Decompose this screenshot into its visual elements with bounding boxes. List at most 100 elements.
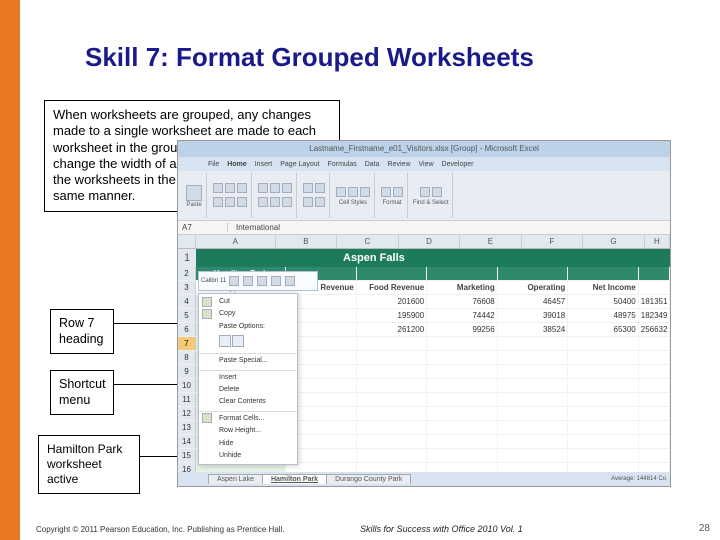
row-header[interactable]: 16 — [178, 463, 196, 472]
cell[interactable] — [568, 449, 639, 462]
cell[interactable] — [357, 337, 428, 350]
cell[interactable]: 39018 — [498, 309, 569, 322]
tab-hamilton-park[interactable]: Hamilton Park — [262, 474, 327, 484]
ribbon-font[interactable] — [209, 173, 252, 218]
row-header[interactable]: 15 — [178, 449, 196, 462]
cell[interactable]: 65300 — [568, 323, 639, 336]
cell[interactable] — [357, 365, 428, 378]
ribbon-cells[interactable]: Format — [377, 173, 408, 218]
tab-home[interactable]: Home — [227, 161, 246, 168]
cm-delete[interactable]: Delete — [199, 384, 297, 396]
col-E[interactable]: E — [460, 235, 522, 248]
row-header[interactable]: 12 — [178, 407, 196, 420]
col-A[interactable]: A — [196, 235, 276, 248]
row-header[interactable]: 14 — [178, 435, 196, 448]
tab-file[interactable]: File — [208, 161, 219, 168]
cell[interactable] — [568, 463, 639, 472]
cell[interactable] — [357, 351, 428, 364]
cm-unhide[interactable]: Unhide — [199, 450, 297, 462]
row-header[interactable]: 11 — [178, 393, 196, 406]
cell[interactable] — [427, 337, 498, 350]
ribbon-editing[interactable]: Find & Select — [410, 173, 453, 218]
cm-cut[interactable]: Cut — [199, 296, 297, 308]
cell[interactable]: 261200 — [357, 323, 428, 336]
cell[interactable]: 181351 — [639, 295, 670, 308]
name-box[interactable]: A7 — [178, 223, 228, 232]
cell[interactable] — [427, 393, 498, 406]
cell[interactable] — [639, 365, 670, 378]
cell[interactable] — [357, 407, 428, 420]
cell[interactable] — [639, 435, 670, 448]
tab-view[interactable]: View — [419, 161, 434, 168]
cell[interactable] — [639, 351, 670, 364]
cell[interactable]: 46457 — [498, 295, 569, 308]
col-G[interactable]: G — [583, 235, 645, 248]
ribbon-clipboard[interactable]: Paste — [182, 173, 207, 218]
cell[interactable] — [568, 407, 639, 420]
col-D[interactable]: D — [399, 235, 461, 248]
cell[interactable]: 201600 — [357, 295, 428, 308]
cell[interactable]: 76608 — [427, 295, 498, 308]
row-header[interactable]: 9 — [178, 365, 196, 378]
cell[interactable] — [568, 351, 639, 364]
cm-hide[interactable]: Hide — [199, 438, 297, 450]
col-B[interactable]: B — [276, 235, 338, 248]
tab-aspen-lake[interactable]: Aspen Lake — [208, 474, 263, 484]
mini-toolbar[interactable]: Calibri11 — [198, 271, 318, 291]
row-header[interactable]: 13 — [178, 421, 196, 434]
formula-value[interactable]: International — [228, 223, 280, 232]
cell[interactable] — [427, 379, 498, 392]
cell[interactable] — [498, 393, 569, 406]
cell[interactable] — [568, 435, 639, 448]
cell[interactable]: 48975 — [568, 309, 639, 322]
cell[interactable] — [639, 337, 670, 350]
cm-copy[interactable]: Copy — [199, 308, 297, 320]
tab-review[interactable]: Review — [388, 161, 411, 168]
cell[interactable] — [498, 379, 569, 392]
cell[interactable]: 50400 — [568, 295, 639, 308]
cell[interactable] — [498, 351, 569, 364]
cell[interactable] — [639, 421, 670, 434]
cell[interactable] — [498, 365, 569, 378]
cell[interactable] — [357, 393, 428, 406]
cell[interactable] — [357, 463, 428, 472]
cell[interactable] — [498, 449, 569, 462]
cell[interactable] — [568, 365, 639, 378]
cm-clear[interactable]: Clear Contents — [199, 396, 297, 408]
cell[interactable] — [427, 407, 498, 420]
cell[interactable] — [639, 393, 670, 406]
formula-bar[interactable]: A7 International — [178, 221, 670, 235]
ribbon-alignment[interactable] — [254, 173, 297, 218]
tab-developer[interactable]: Developer — [442, 161, 474, 168]
tab-durango[interactable]: Durango County Park — [326, 474, 411, 484]
cm-format-cells[interactable]: Format Cells... — [199, 411, 297, 425]
cell[interactable] — [357, 421, 428, 434]
ribbon-styles[interactable]: Cell Styles — [332, 173, 375, 218]
row-header[interactable]: 5 — [178, 309, 196, 322]
cell[interactable] — [427, 463, 498, 472]
cell[interactable] — [568, 379, 639, 392]
cell[interactable] — [568, 421, 639, 434]
cell[interactable] — [498, 421, 569, 434]
cell[interactable] — [427, 449, 498, 462]
cell[interactable] — [357, 379, 428, 392]
cell[interactable] — [427, 351, 498, 364]
row-header[interactable]: 8 — [178, 351, 196, 364]
cell[interactable] — [639, 449, 670, 462]
col-C[interactable]: C — [337, 235, 399, 248]
cell[interactable]: 74442 — [427, 309, 498, 322]
cell[interactable]: 256632 — [639, 323, 670, 336]
cell[interactable] — [639, 379, 670, 392]
select-all[interactable] — [178, 235, 196, 248]
cm-row-height[interactable]: Row Height... — [199, 425, 297, 437]
cell[interactable] — [498, 337, 569, 350]
tab-formulas[interactable]: Formulas — [328, 161, 357, 168]
cm-paste-special[interactable]: Paste Special... — [199, 353, 297, 367]
ribbon-number[interactable] — [299, 173, 330, 218]
tab-data[interactable]: Data — [365, 161, 380, 168]
cell[interactable]: 38524 — [498, 323, 569, 336]
cell[interactable]: 195900 — [357, 309, 428, 322]
cell[interactable] — [498, 463, 569, 472]
tab-pagelayout[interactable]: Page Layout — [280, 161, 319, 168]
col-F[interactable]: F — [522, 235, 584, 248]
